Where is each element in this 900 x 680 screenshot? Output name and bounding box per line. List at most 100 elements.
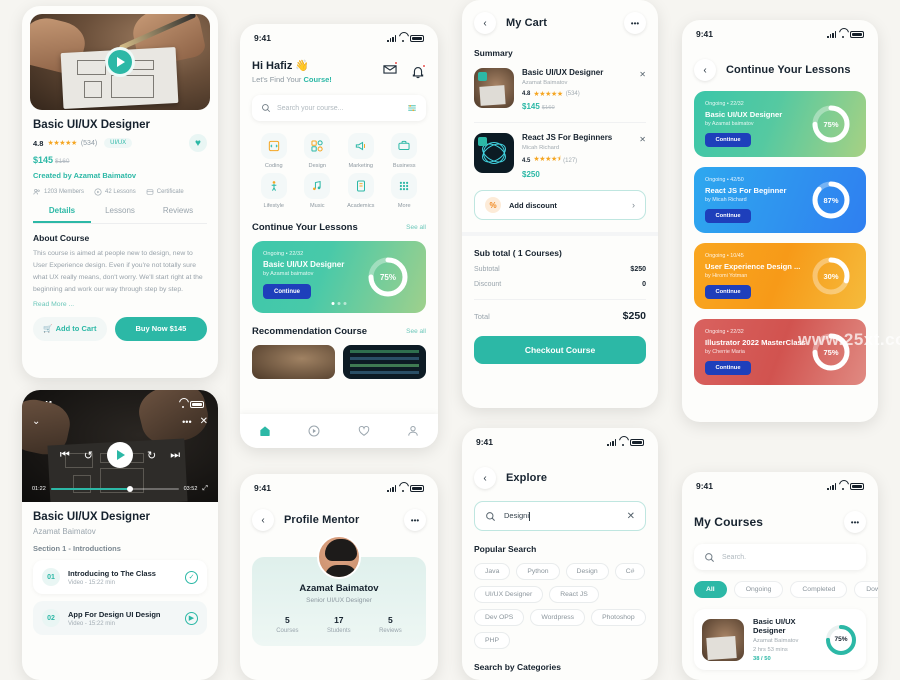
tag-chip[interactable]: C#: [614, 563, 646, 580]
more-icon[interactable]: •••: [844, 511, 866, 533]
tab-details[interactable]: Details: [33, 206, 91, 223]
filter-icon[interactable]: [407, 103, 417, 113]
filter-all[interactable]: All: [694, 581, 727, 598]
tag-chip[interactable]: Wordpress: [530, 609, 586, 626]
continue-button[interactable]: Continue: [705, 209, 751, 223]
tag-chip[interactable]: Photoshop: [591, 609, 646, 626]
seek-slider[interactable]: [50, 486, 179, 492]
add-to-cart-button[interactable]: 🛒 Add to Cart: [33, 316, 107, 341]
tag-chip[interactable]: Python: [516, 563, 560, 580]
tag-chip[interactable]: UI/UX Designer: [474, 586, 544, 603]
category-music[interactable]: Music: [296, 173, 340, 209]
wireframe-block: [76, 60, 106, 76]
play-button[interactable]: [105, 47, 135, 77]
search-categories-heading: Search by Categories: [474, 662, 561, 672]
lesson-card[interactable]: Ongoing • 22/32 Illustrator 2022 MasterC…: [694, 319, 866, 385]
search-input[interactable]: Search your course...: [252, 95, 426, 121]
close-icon[interactable]: ✕: [200, 416, 208, 427]
recommendation-list: [252, 345, 426, 379]
favorite-heart-icon[interactable]: ♥: [189, 134, 207, 152]
more-icon[interactable]: •••: [404, 509, 426, 531]
back-icon[interactable]: ‹: [252, 509, 274, 531]
see-all-link[interactable]: See all: [406, 328, 426, 335]
lesson-card[interactable]: Ongoing • 10/45 User Experience Design .…: [694, 243, 866, 309]
remove-item-icon[interactable]: ✕: [639, 135, 646, 144]
filter-ongoing[interactable]: Ongoing: [733, 581, 784, 598]
item-name: React JS For Beginners: [522, 133, 613, 142]
nav-videos[interactable]: [307, 424, 321, 438]
recommendation-card[interactable]: [343, 345, 426, 379]
nav-favorites[interactable]: [357, 424, 371, 438]
search-input[interactable]: Search.: [694, 544, 866, 570]
rewind-10-icon[interactable]: ↺: [84, 449, 93, 462]
clear-icon[interactable]: ✕: [627, 511, 635, 522]
tab-lessons[interactable]: Lessons: [91, 206, 149, 223]
filter-completed[interactable]: Completed: [790, 581, 848, 598]
tag-chip[interactable]: Java: [474, 563, 511, 580]
category-business[interactable]: Business: [383, 133, 427, 169]
fullscreen-icon[interactable]: ⤢: [202, 485, 208, 493]
filter-downloaded[interactable]: Downl: [854, 581, 878, 598]
check-circle-icon[interactable]: ✓: [185, 570, 198, 584]
battery-icon: [630, 438, 644, 446]
coding-icon: [260, 133, 287, 159]
search-value: Designi: [504, 511, 619, 521]
category-academics[interactable]: Academics: [339, 173, 383, 209]
course-card[interactable]: Basic UI/UX Designer Azamat Baimatov 2 h…: [694, 609, 866, 670]
collapse-chevron-icon[interactable]: ⌄: [32, 416, 40, 427]
selected-checkbox[interactable]: [478, 72, 487, 81]
more-icon[interactable]: •••: [182, 417, 191, 427]
continue-button[interactable]: Continue: [705, 361, 751, 375]
category-coding[interactable]: Coding: [252, 133, 296, 169]
previous-icon[interactable]: ⏮: [60, 449, 70, 462]
progress-percent: 75%: [823, 119, 839, 129]
stars-icon: ★★★★⯨: [533, 156, 561, 163]
message-icon[interactable]: [382, 61, 398, 82]
nav-profile[interactable]: [406, 424, 420, 438]
tag-chip[interactable]: React JS: [549, 586, 599, 603]
tag-chip[interactable]: PHP: [474, 632, 510, 649]
continue-button[interactable]: Continue: [263, 284, 311, 299]
continue-button[interactable]: Continue: [705, 133, 751, 147]
cart-icon: 🛒: [43, 324, 53, 334]
back-icon[interactable]: ‹: [474, 467, 496, 489]
back-icon[interactable]: ‹: [694, 59, 716, 81]
lesson-card[interactable]: Ongoing • 42/50 React JS For Beginner by…: [694, 167, 866, 233]
category-design[interactable]: Design: [296, 133, 340, 169]
nav-home[interactable]: [258, 424, 272, 438]
notification-bell-icon[interactable]: [410, 63, 426, 80]
text-caret: [529, 511, 531, 521]
video-surface[interactable]: 9:41 ⌄ ••• ✕ ⏮ ↺ ↻ ⏭ 0: [22, 390, 218, 502]
tab-reviews[interactable]: Reviews: [149, 206, 207, 223]
category-marketing[interactable]: Marketing: [339, 133, 383, 169]
play-button[interactable]: [107, 442, 133, 468]
carousel-dots[interactable]: [331, 302, 347, 305]
forward-10-icon[interactable]: ↻: [147, 449, 156, 462]
remove-item-icon[interactable]: ✕: [639, 70, 646, 79]
lesson-card[interactable]: Ongoing • 22/32 Basic UI/UX Designer by …: [694, 91, 866, 157]
category-more[interactable]: More: [383, 173, 427, 209]
recommendation-card[interactable]: [252, 345, 335, 379]
see-all-link[interactable]: See all: [406, 224, 426, 231]
lessons-header: ‹ Continue Your Lessons: [694, 59, 866, 81]
more-icon[interactable]: •••: [624, 12, 646, 34]
selected-checkbox[interactable]: [478, 137, 487, 146]
continue-lesson-card[interactable]: Ongoing • 22/32 Basic UI/UX Designer by …: [252, 241, 426, 313]
about-heading: About Course: [33, 233, 90, 243]
tag-chip[interactable]: Design: [565, 563, 609, 580]
checkout-button[interactable]: Checkout Course: [474, 336, 646, 364]
lesson-item[interactable]: 02 App For Design UI Design Video - 15:2…: [33, 601, 207, 635]
read-more-link[interactable]: Read More ...: [33, 301, 207, 308]
buy-now-button[interactable]: Buy Now $145: [114, 316, 207, 341]
continue-button[interactable]: Continue: [705, 285, 751, 299]
lesson-item[interactable]: 01 Introducing to The Class Video - 15:2…: [33, 560, 207, 594]
add-discount-button[interactable]: % Add discount ›: [474, 190, 646, 220]
tag-chip[interactable]: Dev OPS: [474, 609, 525, 626]
play-circle-icon[interactable]: ▶: [185, 611, 198, 625]
search-input[interactable]: Designi ✕: [474, 501, 646, 531]
category-lifestyle[interactable]: Lifestyle: [252, 173, 296, 209]
creator-name[interactable]: Azamat Baimatov: [74, 171, 137, 180]
subtotal-heading: Sub total ( 1 Courses): [474, 248, 562, 258]
next-icon[interactable]: ⏭: [170, 449, 180, 462]
back-icon[interactable]: ‹: [474, 12, 496, 34]
